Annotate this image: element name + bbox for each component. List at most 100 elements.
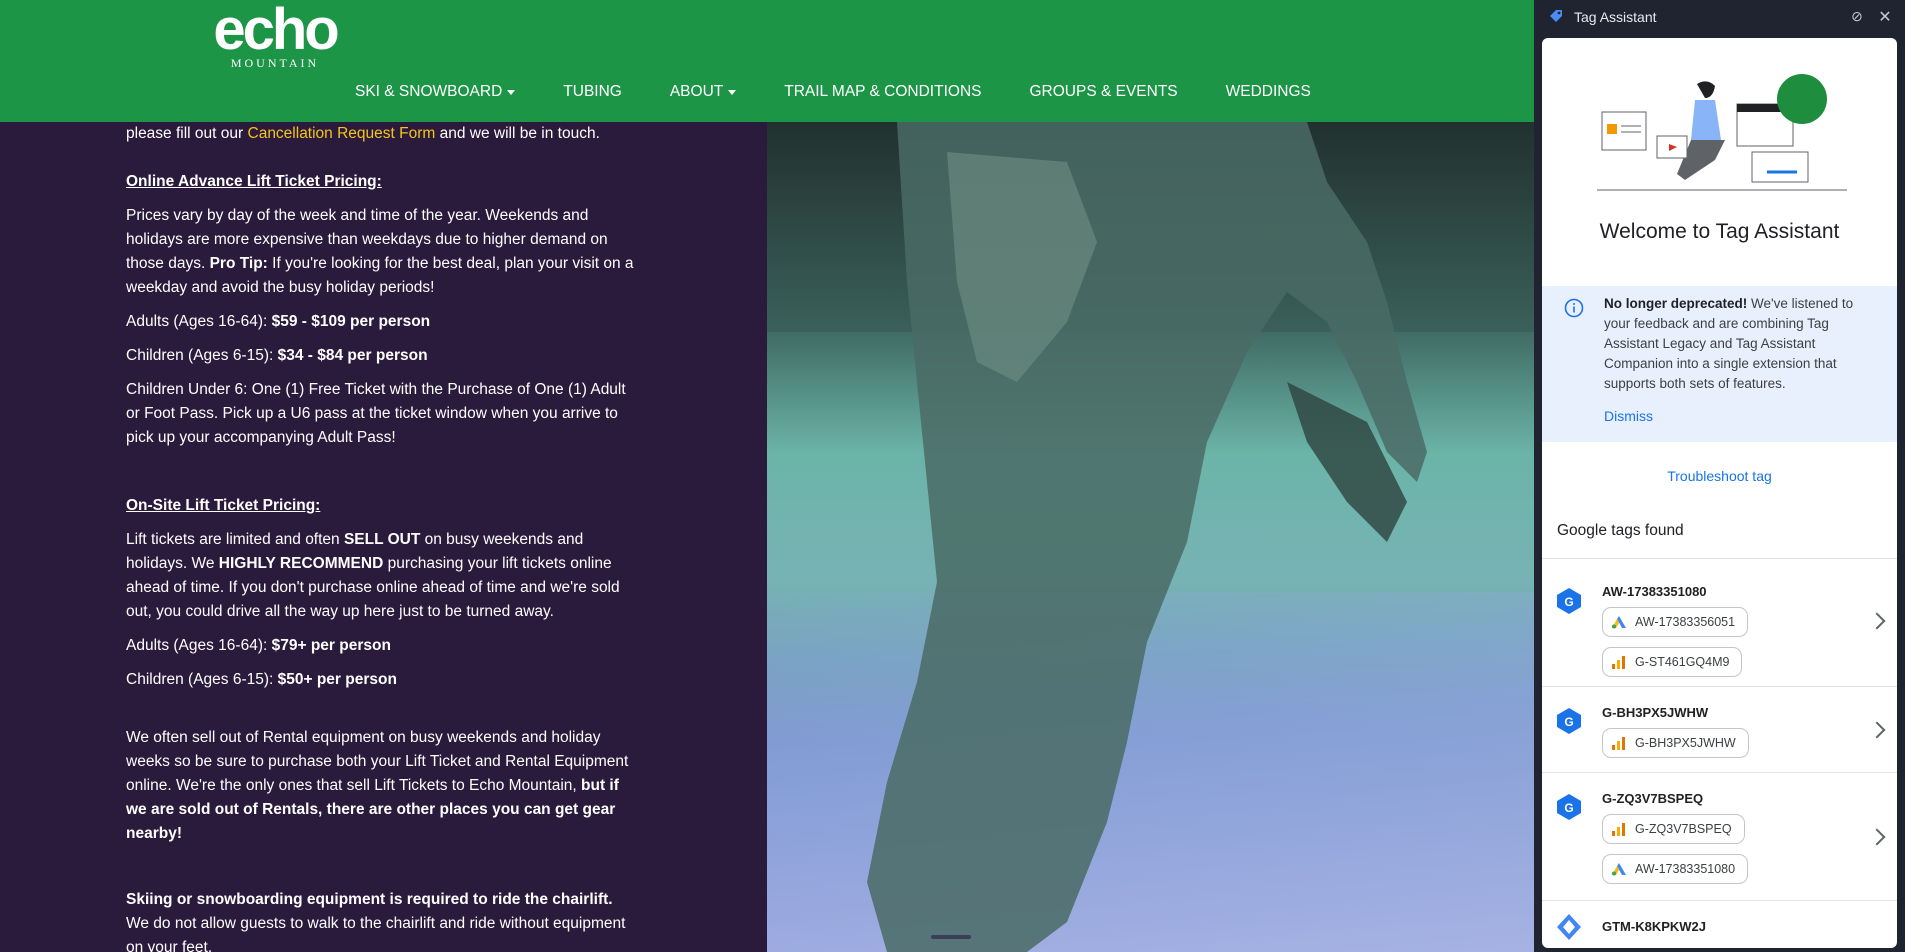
google-analytics-icon xyxy=(1612,737,1625,750)
snowboarder-photo xyxy=(767,122,1534,952)
cancellation-paragraph: please fill out our Cancellation Request… xyxy=(126,122,600,146)
onsite-pricing-heading: On-Site Lift Ticket Pricing: xyxy=(126,497,321,514)
pro-tip-label: Pro Tip: xyxy=(209,255,268,272)
echo-mountain-logo[interactable]: echo MOUNTAIN xyxy=(210,0,340,71)
online-children-price: Children (Ages 6-15): $34 - $84 per pers… xyxy=(126,344,428,368)
banner-message: No longer deprecated! We've listened to … xyxy=(1604,294,1879,394)
nav-label: SKI & SNOWBOARD xyxy=(355,83,503,100)
nav-label: ABOUT xyxy=(669,83,724,100)
nav-about[interactable]: ABOUT xyxy=(669,80,737,104)
online-pricing-paragraph: Prices vary by day of the week and time … xyxy=(126,204,636,300)
chevron-right-icon xyxy=(1868,721,1886,739)
tag-chip[interactable]: G-ST461GQ4M9 xyxy=(1602,647,1743,677)
nav-label: WEDDINGS xyxy=(1225,83,1311,100)
price-label: Adults (Ages 16-64): xyxy=(126,313,272,330)
google-ads-icon xyxy=(1612,616,1626,629)
welcome-heading: Welcome to Tag Assistant xyxy=(1599,220,1840,243)
tag-chip[interactable]: AW-17383351080 xyxy=(1602,854,1749,884)
google-analytics-icon xyxy=(1612,656,1625,669)
main-content: please fill out our Cancellation Request… xyxy=(0,122,767,952)
tag-id: AW-17383351080 xyxy=(1602,584,1707,599)
rental-text: We often sell out of Rental equipment on… xyxy=(126,729,629,794)
welcome-illustration xyxy=(1597,74,1847,191)
dismiss-button[interactable]: Dismiss xyxy=(1604,408,1653,424)
main-nav: SKI & SNOWBOARD TUBING ABOUT TRAIL MAP &… xyxy=(355,80,1359,104)
tag-id: GTM-K8KPKW2J xyxy=(1602,919,1707,934)
chevron-right-icon xyxy=(1868,828,1886,846)
scroll-handle[interactable] xyxy=(931,935,971,939)
nav-ski-snowboard[interactable]: SKI & SNOWBOARD xyxy=(355,80,516,104)
site-header: echo MOUNTAIN SKI & SNOWBOARD TUBING ABO… xyxy=(0,0,1534,122)
google-tag-manager-icon xyxy=(1557,914,1581,940)
chip-label: AW-17383351080 xyxy=(1635,862,1736,876)
onsite-children-price: Children (Ages 6-15): $50+ per person xyxy=(126,668,397,692)
svg-text:G: G xyxy=(1564,715,1573,729)
google-tag-icon: G xyxy=(1557,708,1581,734)
tag-id: G-BH3PX5JWHW xyxy=(1602,705,1709,720)
price-label: Children (Ages 6-15): xyxy=(126,347,278,364)
chevron-right-icon xyxy=(1868,612,1886,630)
tag-group[interactable]: G G-ZQ3V7BSPEQ G-ZQ3V7BSPEQ AW-173833510… xyxy=(1542,772,1897,901)
google-tag-icon: G xyxy=(1557,794,1581,820)
under6-paragraph: Children Under 6: One (1) Free Ticket wi… xyxy=(126,381,626,446)
price-value: $34 - $84 per person xyxy=(277,347,428,364)
nav-tubing[interactable]: TUBING xyxy=(563,80,622,104)
tag-assistant-titlebar: Tag Assistant ⊘ ✕ xyxy=(1534,0,1905,34)
nav-label: TUBING xyxy=(563,83,622,100)
tag-chip[interactable]: G-BH3PX5JWHW xyxy=(1602,728,1749,758)
online-pricing-heading: Online Advance Lift Ticket Pricing: xyxy=(126,173,382,190)
online-adults-price: Adults (Ages 16-64): $59 - $109 per pers… xyxy=(126,310,430,334)
google-tag-icon: G xyxy=(1557,588,1581,614)
person-silhouette xyxy=(867,122,1427,952)
cancellation-request-link[interactable]: Cancellation Request Form xyxy=(248,125,436,142)
troubleshoot-tag-link[interactable]: Troubleshoot tag xyxy=(1542,468,1897,484)
tag-assistant-body: Welcome to Tag Assistant No longer depre… xyxy=(1542,38,1897,948)
onsite-text-a: Lift tickets are limited and often xyxy=(126,531,344,548)
cancel-suffix: and we will be in touch. xyxy=(435,125,600,142)
google-analytics-icon xyxy=(1612,823,1625,836)
equipment-text: We do not allow guests to walk to the ch… xyxy=(126,915,626,952)
logo-word: echo xyxy=(213,0,339,62)
close-icon[interactable]: ✕ xyxy=(1876,7,1894,26)
tag-assistant-icon xyxy=(1550,10,1562,22)
price-label: Children (Ages 6-15): xyxy=(126,671,278,688)
unpin-icon[interactable]: ⊘ xyxy=(1848,8,1866,26)
price-label: Adults (Ages 16-64): xyxy=(126,637,272,654)
tag-id: G-ZQ3V7BSPEQ xyxy=(1602,791,1704,806)
tag-assistant-title: Tag Assistant xyxy=(1574,9,1657,25)
onsite-pricing-paragraph: Lift tickets are limited and often SELL … xyxy=(126,528,636,624)
info-icon xyxy=(1564,298,1584,318)
price-value: $79+ per person xyxy=(271,637,391,654)
google-tags-found-heading: Google tags found xyxy=(1557,522,1684,539)
equipment-paragraph: Skiing or snowboarding equipment is requ… xyxy=(126,888,636,952)
chip-label: AW-17383356051 xyxy=(1635,615,1736,629)
chevron-down-icon xyxy=(507,89,516,95)
nav-label: TRAIL MAP & CONDITIONS xyxy=(784,83,982,100)
banner-bold: No longer deprecated! xyxy=(1604,296,1748,311)
tag-chip[interactable]: AW-17383356051 xyxy=(1602,607,1749,637)
rental-paragraph: We often sell out of Rental equipment on… xyxy=(126,726,636,846)
tag-group[interactable]: G AW-17383351080 AW-17383356051 G-ST461G… xyxy=(1542,558,1897,687)
sell-out-bold: SELL OUT xyxy=(343,531,421,548)
chip-label: G-ST461GQ4M9 xyxy=(1635,655,1730,669)
equipment-required-bold: Skiing or snowboarding equipment is requ… xyxy=(126,891,613,908)
price-value: $59 - $109 per person xyxy=(271,313,431,330)
website-viewport: please fill out our Cancellation Request… xyxy=(0,0,1534,952)
deprecation-banner: No longer deprecated! We've listened to … xyxy=(1542,286,1897,442)
chip-label: G-ZQ3V7BSPEQ xyxy=(1635,822,1732,836)
tag-group[interactable]: GTM-K8KPKW2J xyxy=(1542,900,1897,948)
chevron-down-icon xyxy=(728,89,737,95)
tag-chip[interactable]: G-ZQ3V7BSPEQ xyxy=(1602,814,1745,844)
price-value: $50+ per person xyxy=(277,671,397,688)
tag-group[interactable]: G G-BH3PX5JWHW G-BH3PX5JWHW xyxy=(1542,686,1897,773)
nav-label: GROUPS & EVENTS xyxy=(1029,83,1178,100)
highly-recommend-bold: HIGHLY RECOMMEND xyxy=(218,555,384,572)
svg-text:G: G xyxy=(1564,595,1573,609)
svg-text:G: G xyxy=(1564,801,1573,815)
nav-groups-events[interactable]: GROUPS & EVENTS xyxy=(1029,80,1177,104)
onsite-adults-price: Adults (Ages 16-64): $79+ per person xyxy=(126,634,391,658)
cancel-prefix: please fill out our xyxy=(126,125,248,142)
nav-trail-map[interactable]: TRAIL MAP & CONDITIONS xyxy=(784,80,981,104)
tag-assistant-panel: Tag Assistant ⊘ ✕ Welcome to Tag Assista… xyxy=(1534,0,1905,952)
nav-weddings[interactable]: WEDDINGS xyxy=(1226,80,1311,104)
